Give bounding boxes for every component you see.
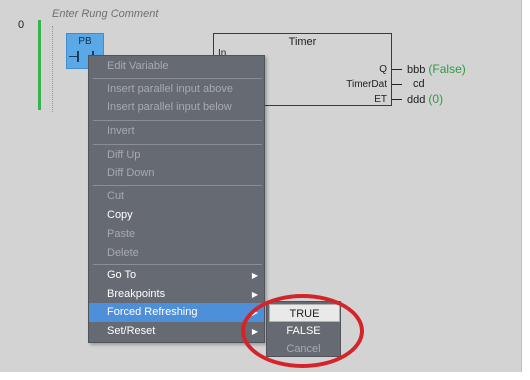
contact-variable-label: PB [78, 36, 92, 47]
timer-pin-q: Q [379, 64, 387, 75]
menu-diff-up[interactable]: Diff Up [89, 146, 264, 165]
timer-pin-timerdat: TimerDat [346, 79, 387, 90]
menu-separator [93, 120, 262, 121]
wire-q-out [392, 69, 402, 70]
timer-pin-et: ET [374, 94, 387, 105]
menu-delete[interactable]: Delete [89, 244, 264, 263]
menu-breakpoints[interactable]: Breakpoints ▶ [89, 285, 264, 304]
menu-diff-down[interactable]: Diff Down [89, 164, 264, 183]
output-q[interactable]: bbb (False) [407, 62, 466, 76]
power-rail [38, 20, 41, 110]
menu-separator [93, 78, 262, 79]
output-et-value: (0) [428, 92, 444, 106]
menu-cut[interactable]: Cut [89, 187, 264, 206]
menu-invert[interactable]: Invert [89, 122, 264, 141]
rung-guide-line [52, 26, 54, 112]
rung-number: 0 [18, 19, 25, 31]
timer-title: Timer [288, 36, 317, 48]
output-q-value: (False) [428, 62, 466, 76]
menu-separator [93, 185, 262, 186]
menu-go-to-label: Go To [107, 269, 137, 281]
menu-edit-variable[interactable]: Edit Variable [89, 57, 264, 76]
menu-insert-parallel-above[interactable]: Insert parallel input above [89, 80, 264, 99]
submenu-arrow-icon: ▶ [251, 290, 258, 299]
menu-paste[interactable]: Paste [89, 225, 264, 244]
output-timerdat[interactable]: cd [413, 78, 425, 90]
menu-breakpoints-label: Breakpoints [107, 288, 166, 300]
menu-forced-refreshing-label: Forced Refreshing [107, 306, 198, 318]
menu-insert-parallel-below[interactable]: Insert parallel input below [89, 98, 264, 117]
rung-comment-field[interactable]: Enter Rung Comment [52, 8, 158, 20]
output-et-name: ddd [407, 94, 426, 106]
annotation-highlight-circle [241, 294, 364, 368]
context-menu[interactable]: Edit Variable Insert parallel input abov… [88, 55, 265, 343]
menu-forced-refreshing[interactable]: Forced Refreshing ▶ [89, 303, 264, 322]
submenu-arrow-icon: ▶ [251, 271, 258, 280]
output-timerdat-name: cd [413, 78, 425, 90]
wire-timerdat-out [392, 84, 402, 85]
wire-et-out [392, 99, 402, 100]
menu-set-reset[interactable]: Set/Reset ▶ [89, 322, 264, 341]
menu-set-reset-label: Set/Reset [107, 325, 156, 337]
menu-go-to[interactable]: Go To ▶ [89, 266, 264, 285]
output-et[interactable]: ddd (0) [407, 92, 443, 106]
menu-separator [93, 144, 262, 145]
menu-copy[interactable]: Copy [89, 206, 264, 225]
output-q-name: bbb [407, 64, 426, 76]
contact-wire-left [69, 56, 77, 57]
menu-separator [93, 264, 262, 265]
